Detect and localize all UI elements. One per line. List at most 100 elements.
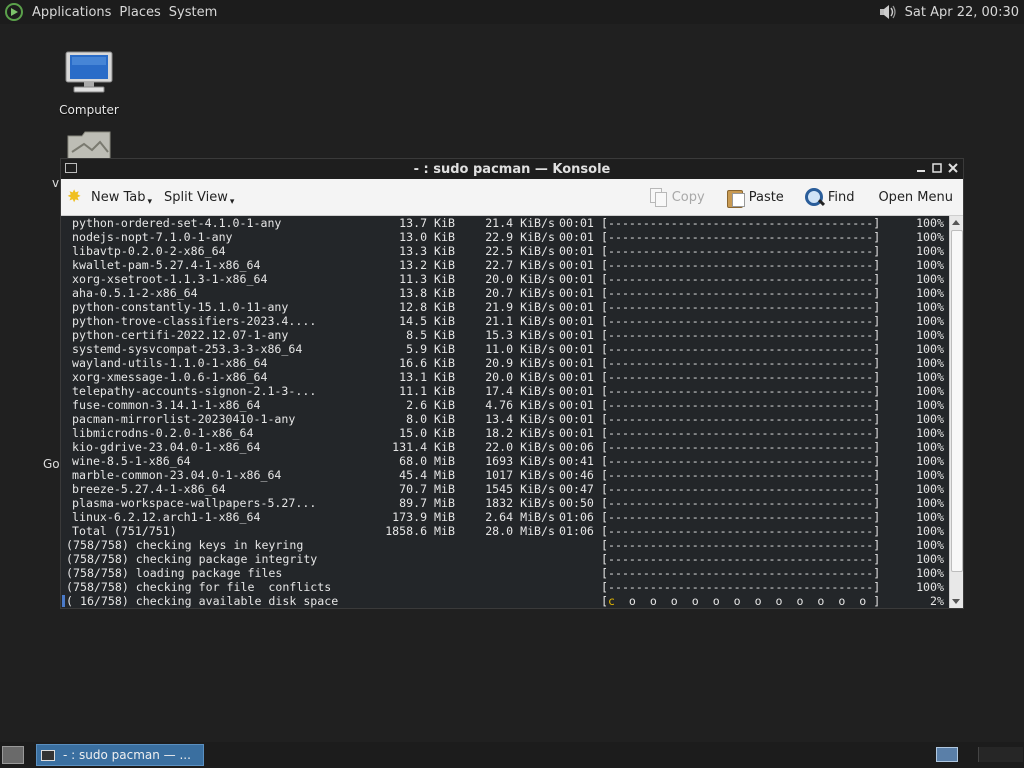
package-name: linux-6.2.12.arch1-1-x86_64 — [72, 510, 261, 524]
package-size: 1858.6 MiB — [385, 524, 455, 538]
package-size: 45.4 MiB — [399, 468, 455, 482]
minimize-button[interactable] — [915, 161, 927, 175]
progress-bar-text: [--------------------------------------] — [601, 286, 881, 300]
package-size: 12.8 KiB — [399, 300, 455, 314]
download-rate: 4.76 KiB/s — [485, 398, 555, 412]
progress-bar-text: [--------------------------------------] — [601, 482, 881, 496]
progress-percent: 100% — [916, 468, 944, 482]
open-menu-button[interactable]: Open Menu — [872, 183, 959, 211]
open-menu-label: Open Menu — [878, 189, 953, 205]
terminal-line-download: Total (751/751) 1858.6 MiB 28.0 MiB/s 01:06… — [61, 524, 949, 538]
progress-percent: 100% — [916, 454, 944, 468]
progress-bar-text: [--------------------------------------] — [601, 230, 881, 244]
pacman-dots: o o o o o o o o o o o o — [614, 594, 874, 608]
progress-bar-text: [--------------------------------------] — [601, 524, 881, 538]
konsole-toolbar: ✸ New Tab ▾ Split View ▾ Copy Paste Find… — [61, 179, 963, 216]
package-name: xorg-xsetroot-1.1.3-1-x86_64 — [72, 272, 268, 286]
close-button[interactable] — [947, 161, 959, 175]
progress-bar-text: [--------------------------------------] — [601, 468, 881, 482]
package-name: libavtp-0.2.0-2-x86_64 — [72, 244, 226, 258]
copy-icon — [648, 187, 668, 207]
check-text: (758/758) checking keys in keyring — [66, 538, 304, 552]
bar-close: ] — [873, 594, 881, 608]
terminal-line-download: libavtp-0.2.0-2-x86_64 13.3 KiB 22.5 KiB/s… — [61, 244, 949, 258]
package-size: 11.3 KiB — [399, 272, 455, 286]
download-time: 00:47 — [559, 482, 594, 496]
package-size: 2.6 KiB — [406, 398, 455, 412]
progress-percent: 100% — [916, 580, 944, 594]
progress-percent: 100% — [916, 230, 944, 244]
konsole-app-icon[interactable] — [65, 163, 77, 173]
package-name: wayland-utils-1.1.0-1-x86_64 — [72, 356, 268, 370]
package-size: 13.2 KiB — [399, 258, 455, 272]
workspace-2-button[interactable] — [978, 747, 1023, 762]
package-size: 13.1 KiB — [399, 370, 455, 384]
taskbar-item-konsole[interactable]: - : sudo pacman — ... — [36, 744, 204, 766]
terminal-line-download: kwallet-pam-5.27.4-1-x86_64 13.2 KiB 22.7 … — [61, 258, 949, 272]
terminal-line-download: plasma-workspace-wallpapers-5.27... 89.7 … — [61, 496, 949, 510]
progress-percent: 100% — [916, 244, 944, 258]
bar-open: [ — [601, 594, 608, 608]
find-label: Find — [827, 189, 855, 205]
menu-applications[interactable]: Applications — [28, 5, 115, 20]
computer-icon — [65, 51, 113, 93]
distro-logo-icon[interactable] — [5, 3, 23, 21]
terminal-output[interactable]: python-ordered-set-4.1.0-1-any 13.7 KiB 21… — [61, 216, 949, 608]
download-rate: 22.7 KiB/s — [485, 258, 555, 272]
download-rate: 22.9 KiB/s — [485, 230, 555, 244]
package-size: 11.1 KiB — [399, 384, 455, 398]
menu-places[interactable]: Places — [115, 5, 164, 20]
show-desktop-icon[interactable] — [2, 746, 24, 764]
scroll-up-icon[interactable] — [952, 220, 960, 225]
terminal-line-download: libmicrodns-0.2.0-1-x86_64 15.0 KiB 18.2 K… — [61, 426, 949, 440]
desktop-icon-computer[interactable]: Computer — [54, 50, 124, 117]
download-rate: 2.64 MiB/s — [485, 510, 555, 524]
find-button[interactable]: Find — [798, 183, 861, 211]
split-view-label: Split View — [164, 189, 228, 205]
progress-bar-text: [--------------------------------------] — [601, 384, 881, 398]
package-size: 8.0 KiB — [406, 412, 455, 426]
download-time: 01:06 — [559, 510, 594, 524]
progress-bar-text: [--------------------------------------] — [601, 258, 881, 272]
scroll-down-icon[interactable] — [952, 599, 960, 604]
progress-percent: 100% — [916, 524, 944, 538]
window-titlebar[interactable]: - : sudo pacman — Konsole — [61, 159, 963, 179]
new-tab-button[interactable]: ✸ New Tab ▾ — [61, 183, 158, 211]
terminal-line-download: wine-8.5-1-x86_64 68.0 MiB 1693 KiB/s 00:41… — [61, 454, 949, 468]
progress-bar-text: [--------------------------------------] — [601, 580, 881, 594]
download-rate: 11.0 KiB/s — [485, 342, 555, 356]
progress-bar-text: [--------------------------------------] — [601, 454, 881, 468]
search-icon — [804, 187, 824, 207]
split-view-button[interactable]: Split View ▾ — [158, 183, 240, 211]
download-time: 00:01 — [559, 314, 594, 328]
package-size: 13.0 KiB — [399, 230, 455, 244]
maximize-button[interactable] — [931, 161, 943, 175]
package-size: 70.7 MiB — [399, 482, 455, 496]
download-time: 00:01 — [559, 230, 594, 244]
workspace-1-button[interactable] — [936, 747, 958, 762]
paste-button[interactable]: Paste — [719, 183, 790, 211]
copy-button[interactable]: Copy — [642, 183, 711, 211]
package-size: 16.6 KiB — [399, 356, 455, 370]
progress-percent: 100% — [916, 356, 944, 370]
package-name: marble-common-23.04.0-1-x86_64 — [72, 468, 282, 482]
package-name: fuse-common-3.14.1-1-x86_64 — [72, 398, 261, 412]
volume-icon[interactable] — [877, 2, 899, 22]
progress-percent: 100% — [916, 482, 944, 496]
progress-bar-text: [--------------------------------------] — [601, 216, 881, 230]
new-tab-label: New Tab — [91, 189, 146, 205]
terminal-line-download: kio-gdrive-23.04.0-1-x86_64 131.4 KiB 22.0… — [61, 440, 949, 454]
clock[interactable]: Sat Apr 22, 00:30 — [905, 5, 1019, 20]
progress-bar-text: [--------------------------------------] — [601, 356, 881, 370]
progress-bar-text: [--------------------------------------] — [601, 314, 881, 328]
download-time: 00:46 — [559, 468, 594, 482]
menu-system[interactable]: System — [165, 5, 221, 20]
terminal-line-download: marble-common-23.04.0-1-x86_64 45.4 MiB 10… — [61, 468, 949, 482]
package-size: 15.0 KiB — [399, 426, 455, 440]
window-title: - : sudo pacman — Konsole — [413, 161, 611, 177]
package-size: 14.5 KiB — [399, 314, 455, 328]
progress-percent: 100% — [916, 398, 944, 412]
terminal-scrollbar[interactable] — [949, 216, 963, 608]
scrollbar-thumb[interactable] — [951, 230, 963, 572]
terminal-line-download: pacman-mirrorlist-20230410-1-any 8.0 KiB 1… — [61, 412, 949, 426]
